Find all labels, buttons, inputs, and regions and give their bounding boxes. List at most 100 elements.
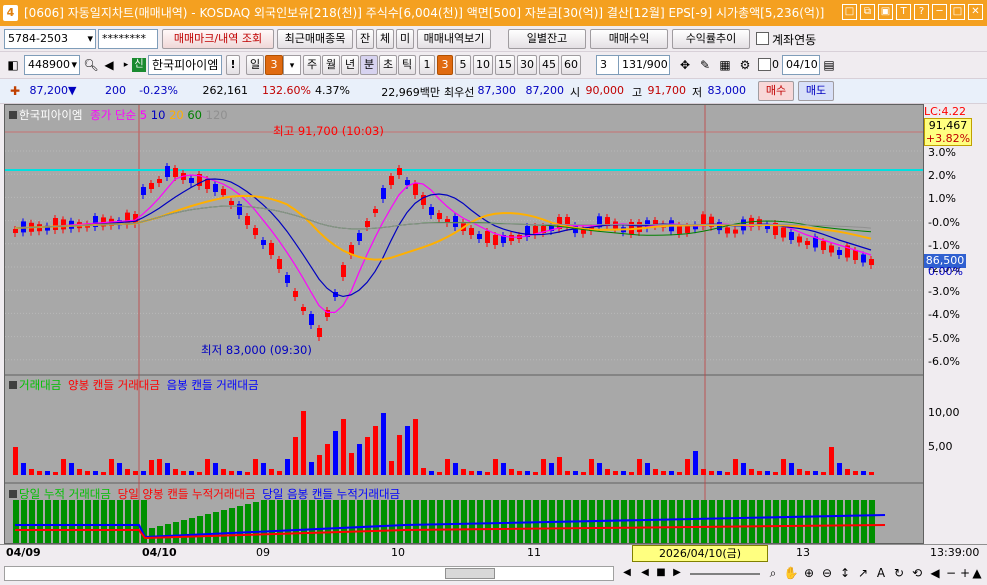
window-button-1[interactable]: ⧉ [860, 4, 875, 20]
calendar-icon[interactable]: ▤ [820, 55, 838, 75]
window-button-7[interactable]: ✕ [968, 4, 983, 20]
candle-body [365, 221, 370, 227]
current-pct-label: 0.00% [928, 265, 963, 278]
crosshair-icon[interactable]: ✥ [676, 55, 694, 75]
window-button-4[interactable]: ? [914, 4, 929, 20]
trade-history-button[interactable]: 매매내역보기 [417, 29, 491, 49]
price-scale[interactable]: LC:4.22 91,467 +3.82% 3.0% 2.0% 1.0% -0.0% -… [924, 104, 987, 544]
play-icon[interactable]: ▶ [668, 563, 686, 583]
draw-tool-icon[interactable]: ✎ [696, 55, 714, 75]
gear-icon[interactable]: ⚙ [736, 55, 754, 75]
chart-area[interactable]: 한국피아이엠 종가 단순 5 10 20 60 120 최고 91,700 (1… [4, 104, 924, 544]
horizontal-scrollbar[interactable] [4, 566, 614, 581]
cumulative-bar [101, 500, 107, 543]
volume-bar [773, 472, 778, 475]
account-link-checkbox[interactable] [756, 32, 769, 45]
legend-cum-up: 당일 양봉 캔들 누적거래대금 [117, 487, 256, 501]
period-second-button[interactable]: 초 [379, 55, 397, 75]
chart-canvas[interactable] [5, 105, 924, 544]
unfilled-button[interactable]: 미 [396, 29, 414, 49]
pan-icon[interactable]: ✋ [782, 563, 800, 583]
cumulative-bar [605, 500, 611, 543]
legend-volume-up: 양봉 캔들 거래대금 [67, 378, 160, 392]
refresh-icon[interactable]: ↻ [890, 563, 908, 583]
period-week-button[interactable]: 주 [303, 55, 321, 75]
scroll-left-icon[interactable]: ◀ [618, 563, 636, 583]
volume-bar [133, 471, 138, 475]
stock-name-field[interactable]: 한국피아이엠 [148, 55, 222, 75]
period-day-button[interactable]: 일 [246, 55, 264, 75]
window-button-2[interactable]: ▣ [878, 4, 893, 20]
minute-10-button[interactable]: 10 [473, 55, 493, 75]
daily-balance-button[interactable]: 일별잔고 [508, 29, 586, 49]
cumulative-bar [397, 500, 403, 543]
reset-icon[interactable]: ⟲ [908, 563, 926, 583]
chart-type-icon[interactable]: ▲ [968, 563, 986, 583]
speaker-icon[interactable]: ◀︎ [100, 55, 118, 75]
minute-45-button[interactable]: 45 [539, 55, 559, 75]
minute-15-button[interactable]: 15 [495, 55, 515, 75]
candle-body [61, 219, 66, 230]
date-checkbox[interactable] [758, 58, 771, 71]
volume-bar [829, 447, 834, 475]
trend-icon[interactable]: ↗ [854, 563, 872, 583]
trade-profit-button[interactable]: 매매수익 [590, 29, 668, 49]
balance-button[interactable]: 잔 [356, 29, 374, 49]
legend-volume-down: 음봉 캔들 거래대금 [166, 378, 259, 392]
date-field[interactable]: 04/10 [782, 55, 820, 75]
minute-60-button[interactable]: 60 [561, 55, 581, 75]
period-month-button[interactable]: 월 [322, 55, 340, 75]
account-select[interactable]: 5784-2503 ▾ [4, 29, 96, 49]
profit-trend-button[interactable]: 수익률추이 [672, 29, 750, 49]
zoom-in-icon[interactable]: ⊕ [800, 563, 818, 583]
minute-1-button[interactable]: 1 [419, 55, 435, 75]
volume-bar [157, 459, 162, 475]
minute-30-button[interactable]: 30 [517, 55, 537, 75]
period-day-count-button[interactable]: 3 [265, 55, 283, 75]
candle-body [829, 245, 834, 253]
volume-bar [469, 471, 474, 475]
candle-body [53, 218, 58, 230]
minute-5-button[interactable]: 5 [455, 55, 471, 75]
chevron-down-icon[interactable]: ▾ [283, 55, 301, 75]
legend-ma10: 10 [150, 108, 166, 122]
cumulative-bar [453, 500, 459, 543]
zoom-out-icon[interactable]: ⊖ [818, 563, 836, 583]
trade-mark-query-button[interactable]: 매매마크/내역 조회 [162, 29, 274, 49]
scale-tick-9: -6.0% [928, 354, 960, 368]
window-button-5[interactable]: ─ [932, 4, 947, 20]
search-icon[interactable]: ⌕ [764, 563, 782, 583]
buy-button[interactable]: 매수 [758, 81, 794, 101]
text-icon[interactable]: A [872, 563, 890, 583]
count-field[interactable]: 131/900 [618, 55, 670, 75]
volume-bar [13, 447, 18, 475]
minute-3-button[interactable]: 3 [437, 55, 453, 75]
grid-icon[interactable]: ▦ [716, 55, 734, 75]
period-tick-button[interactable]: 틱 [398, 55, 416, 75]
cumulative-bar [13, 500, 19, 543]
recent-trade-button[interactable]: 최근매매종목 [277, 29, 353, 49]
filled-button[interactable]: 체 [376, 29, 394, 49]
info-icon[interactable]: ✚ [6, 81, 24, 101]
period-minute-button[interactable]: 분 [360, 55, 378, 75]
alert-button[interactable]: ! [226, 55, 240, 75]
window-button-0[interactable]: □ [842, 4, 857, 20]
candle-body [13, 229, 18, 233]
time-axis[interactable]: 04/09 04/10 09 10 11 2026/04/10(금) 12:18… [0, 544, 987, 575]
volume-bar [461, 469, 466, 475]
candle-body [293, 291, 298, 297]
candle-body [357, 233, 362, 241]
search-icon[interactable]: 🔍︎ [82, 55, 100, 75]
password-field[interactable]: ******** [98, 29, 158, 49]
window-button-3[interactable]: T [896, 4, 911, 20]
zoom-slider[interactable] [690, 573, 760, 575]
volume-bar [589, 459, 594, 475]
volume-bar [373, 426, 378, 475]
scrollbar-thumb[interactable] [445, 568, 495, 579]
stock-code-select[interactable]: 448900 ▾ [24, 55, 80, 75]
sell-button[interactable]: 매도 [798, 81, 834, 101]
period-year-button[interactable]: 년 [341, 55, 359, 75]
chart-menu-icon[interactable]: ◧ [4, 55, 22, 75]
measure-icon[interactable]: ↕ [836, 563, 854, 583]
window-button-6[interactable]: □ [950, 4, 965, 20]
